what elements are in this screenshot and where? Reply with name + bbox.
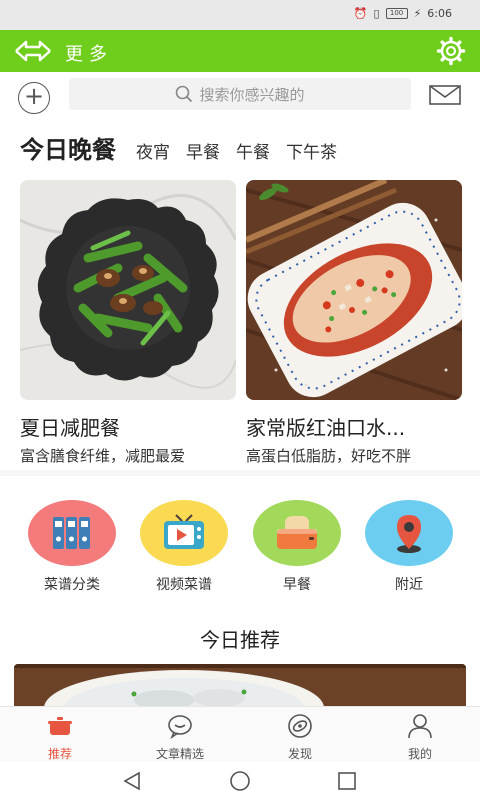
recipe-image-chicken[interactable] xyxy=(246,180,462,400)
category-breakfast[interactable]: 早餐 xyxy=(247,500,347,594)
recipe-image-snow-peas[interactable] xyxy=(20,180,236,400)
location-pin-icon[interactable] xyxy=(365,500,453,566)
search-placeholder: 搜索你感兴趣的 xyxy=(199,85,305,104)
section-title-recommend: 今日推荐 xyxy=(200,628,280,652)
tab-lunch[interactable]: 午餐 xyxy=(236,138,270,163)
recipe-title: 家常版红油口水... xyxy=(246,416,406,440)
status-indicators: ⏰ ▯ 100 ⚡ 6:06 xyxy=(354,7,452,20)
tab-today-dinner[interactable]: 今日晚餐 xyxy=(20,130,116,165)
nav-tab-recommend[interactable]: 推荐 xyxy=(15,713,105,762)
meal-tabs: 今日晚餐 夜宵 早餐 午餐 下午茶 xyxy=(20,130,337,170)
nav-label: 发现 xyxy=(287,747,312,761)
compass-icon xyxy=(288,714,312,738)
vibrate-icon: ▯ xyxy=(373,7,380,20)
back-triangle-icon[interactable] xyxy=(121,770,143,792)
status-time: 6:06 xyxy=(427,7,452,20)
category-recipes[interactable]: 菜谱分类 xyxy=(22,500,122,594)
category-videos[interactable]: 视频菜谱 xyxy=(134,500,234,594)
swap-arrows-icon[interactable] xyxy=(14,38,52,64)
mail-icon[interactable] xyxy=(429,85,461,105)
tv-icon[interactable] xyxy=(140,500,228,566)
search-row: + 搜索你感兴趣的 xyxy=(0,72,480,118)
category-label: 菜谱分类 xyxy=(44,577,100,593)
gear-icon[interactable] xyxy=(436,36,466,66)
search-input[interactable]: 搜索你感兴趣的 xyxy=(69,78,411,110)
tab-afternoon-tea[interactable]: 下午茶 xyxy=(286,138,337,163)
recommend-image[interactable] xyxy=(14,664,466,708)
toaster-icon[interactable] xyxy=(253,500,341,566)
app-header: 更多 xyxy=(0,30,480,72)
recipe-card[interactable]: 家常版红油口水... 高蛋白低脂肪，好吃不胖 xyxy=(246,180,462,466)
recents-square-icon[interactable] xyxy=(336,770,358,792)
add-button[interactable]: + xyxy=(18,82,50,114)
tab-breakfast[interactable]: 早餐 xyxy=(186,138,220,163)
system-nav-bar xyxy=(0,762,480,800)
battery-icon: 100 xyxy=(385,8,408,19)
nav-tab-discover[interactable]: 发现 xyxy=(255,713,345,762)
alarm-icon: ⏰ xyxy=(353,7,368,20)
status-bar: ⏰ ▯ 100 ⚡ 6:06 xyxy=(0,0,480,30)
tab-late-night[interactable]: 夜宵 xyxy=(136,138,170,163)
charging-icon: ⚡ xyxy=(413,7,422,20)
nav-tab-mine[interactable]: 我的 xyxy=(375,713,465,762)
binders-icon[interactable] xyxy=(28,500,116,566)
category-label: 视频菜谱 xyxy=(156,577,212,593)
nav-label: 文章精选 xyxy=(155,747,204,761)
recipe-card[interactable]: 夏日减肥餐 富含膳食纤维，减肥最爱 xyxy=(20,180,236,466)
chat-bubble-icon xyxy=(168,715,192,740)
category-label: 早餐 xyxy=(283,577,311,593)
category-nearby[interactable]: 附近 xyxy=(359,500,459,594)
header-title[interactable]: 更多 xyxy=(65,40,113,66)
nav-label: 推荐 xyxy=(47,747,72,761)
nav-tab-articles[interactable]: 文章精选 xyxy=(135,713,225,762)
pot-icon xyxy=(48,717,72,735)
home-circle-icon[interactable] xyxy=(229,770,251,792)
section-divider xyxy=(0,470,480,476)
nav-label: 我的 xyxy=(407,747,432,761)
bottom-nav: 推荐 文章精选 发现 我的 xyxy=(0,706,480,762)
recipe-title: 夏日减肥餐 xyxy=(20,416,120,440)
search-icon xyxy=(176,85,193,103)
user-icon xyxy=(408,714,432,739)
category-label: 附近 xyxy=(395,577,423,593)
recipe-desc: 高蛋白低脂肪，好吃不胖 xyxy=(246,447,412,465)
recipe-desc: 富含膳食纤维，减肥最爱 xyxy=(20,447,186,465)
